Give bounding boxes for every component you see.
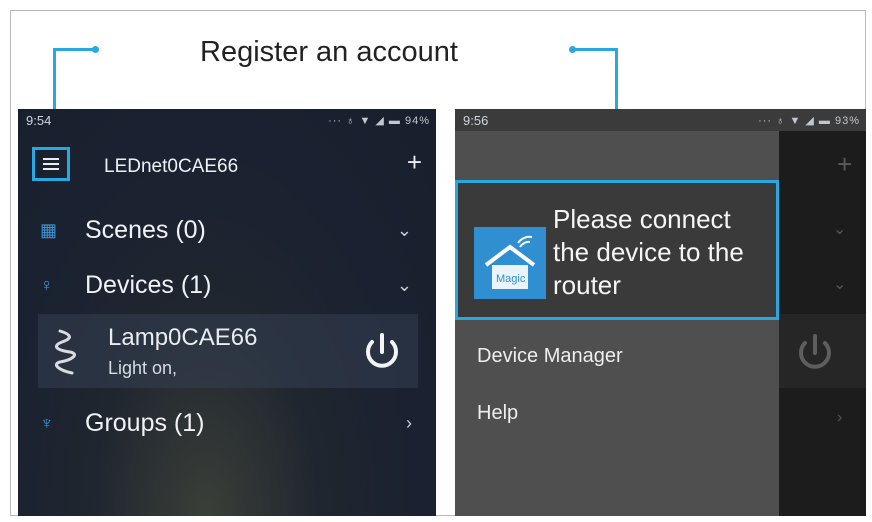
dimmed-chevron-down-icon: ⌄	[833, 221, 847, 238]
svg-text:Magic: Magic	[496, 273, 526, 285]
dimmed-chevron-down-icon: ⌄	[833, 276, 847, 293]
house-wifi-icon: Magic	[474, 227, 546, 299]
login-register-panel[interactable]: Magic Please connect the device to the r…	[455, 180, 779, 320]
callout-dot-right	[569, 46, 576, 53]
magic-home-logo: Magic	[474, 227, 546, 299]
dimmed-chevron-right-icon: ›	[837, 409, 843, 426]
scenes-section[interactable]: ▦ Scenes (0) ⌄	[18, 206, 436, 254]
register-account-caption: Register an account	[200, 36, 458, 68]
right-phone-screen: + ⌄ ⌄ › 9:56 ··· ♁ ▼ ◢ ▬ 93% Magic Pleas…	[455, 109, 866, 516]
menu-item-device-manager[interactable]: Device Manager	[477, 345, 623, 368]
menu-item-help[interactable]: Help	[477, 402, 518, 425]
devices-label: Devices (1)	[85, 270, 212, 299]
devices-section[interactable]: ♀ Devices (1) ⌄	[18, 261, 436, 309]
callout-dot-left	[92, 46, 99, 53]
dimmed-power-icon	[799, 334, 831, 369]
status-icons: ··· ♁ ▼ ◢ ▬ 94%	[328, 114, 430, 127]
chevron-down-icon: ⌄	[396, 219, 412, 240]
bulb-icon: ♀	[40, 274, 54, 295]
power-icon[interactable]	[360, 330, 404, 374]
lamp-icon	[54, 329, 76, 375]
dimmed-plus-icon: +	[837, 149, 853, 179]
scenes-grid-icon: ▦	[40, 219, 58, 240]
plus-icon[interactable]: +	[407, 149, 422, 175]
device-status: Light on,	[108, 358, 178, 378]
hamburger-menu-button[interactable]	[32, 147, 70, 181]
status-icons: ··· ♁ ▼ ◢ ▬ 93%	[758, 114, 860, 127]
groups-icon: ♆	[40, 412, 54, 433]
device-network-title: LEDnet0CAE66	[104, 156, 239, 177]
chevron-right-icon: ›	[406, 412, 412, 433]
status-bar: 9:56 ··· ♁ ▼ ◢ ▬ 93%	[455, 109, 866, 131]
navigation-drawer: 9:56 ··· ♁ ▼ ◢ ▬ 93% Magic Please connec…	[455, 109, 866, 516]
chevron-down-icon: ⌄	[396, 274, 412, 295]
battery-level: 93%	[834, 114, 860, 127]
groups-section[interactable]: ♆ Groups (1) ›	[18, 399, 436, 447]
connect-device-prompt: Please connect the device to the router	[553, 204, 744, 300]
callout-line-left-h	[53, 48, 95, 51]
hamburger-icon	[43, 158, 59, 170]
status-time: 9:54	[26, 112, 52, 128]
groups-label: Groups (1)	[85, 408, 205, 437]
device-name: Lamp0CAE66	[108, 324, 258, 351]
callout-line-right-h	[574, 48, 618, 51]
battery-level: 94%	[404, 114, 430, 127]
left-phone-screen: 9:54 ··· ♁ ▼ ◢ ▬ 94% LEDnet0CAE66 + ▦ Sc…	[18, 109, 436, 516]
status-time: 9:56	[463, 112, 489, 128]
device-card-lamp[interactable]: Lamp0CAE66 Light on,	[38, 314, 418, 388]
status-bar: 9:54 ··· ♁ ▼ ◢ ▬ 94%	[18, 109, 436, 131]
content-overlay[interactable]	[779, 109, 866, 516]
scenes-label: Scenes (0)	[85, 215, 206, 244]
